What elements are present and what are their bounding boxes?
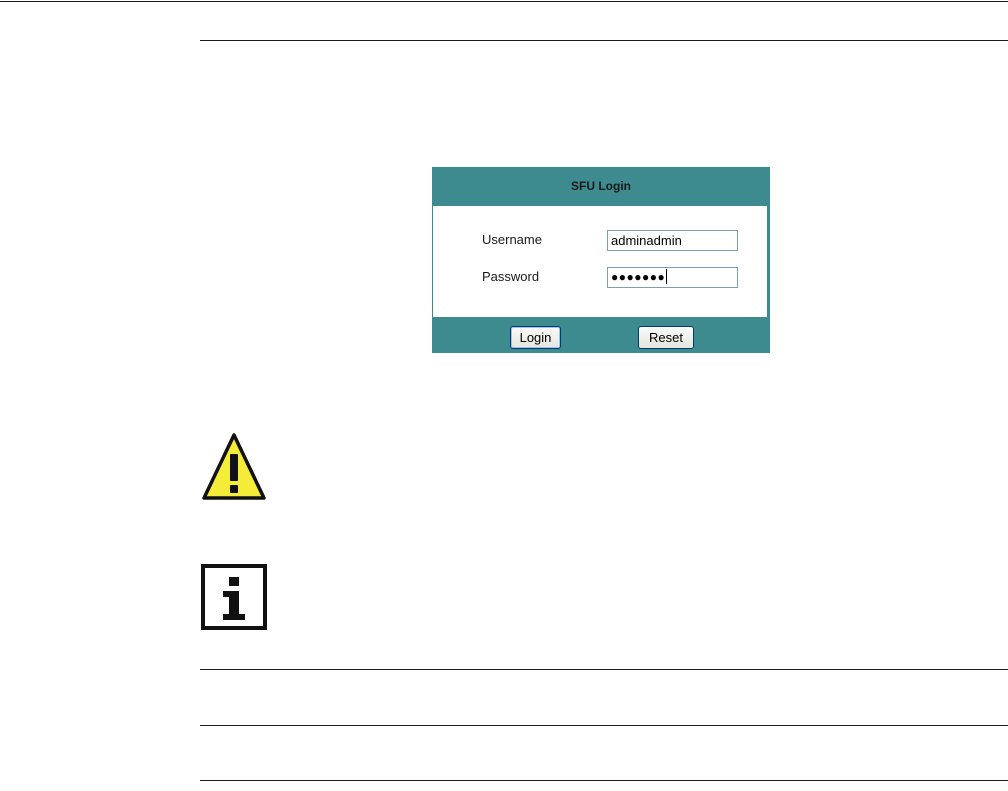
login-form: Username adminadmin Password ●●●●●●● <box>433 206 767 317</box>
section-rule <box>200 725 1008 726</box>
username-input[interactable]: adminadmin <box>607 230 738 251</box>
username-label: Username <box>482 232 542 247</box>
password-input[interactable]: ●●●●●●● <box>607 267 738 288</box>
password-label: Password <box>482 269 540 284</box>
password-value: ●●●●●●● <box>611 270 666 284</box>
login-button[interactable]: Login <box>510 326 561 349</box>
text-caret <box>666 269 668 284</box>
username-value: adminadmin <box>611 233 682 248</box>
login-panel: SFU Login Username adminadmin Password ●… <box>432 167 770 353</box>
info-icon <box>201 564 267 630</box>
top-edge-rule <box>0 1 1008 2</box>
section-rule <box>200 669 1008 670</box>
warning-icon <box>202 433 266 500</box>
reset-button[interactable]: Reset <box>638 326 694 349</box>
header-rule <box>200 40 1008 41</box>
login-title: SFU Login <box>571 179 631 193</box>
section-rule <box>200 780 1008 781</box>
